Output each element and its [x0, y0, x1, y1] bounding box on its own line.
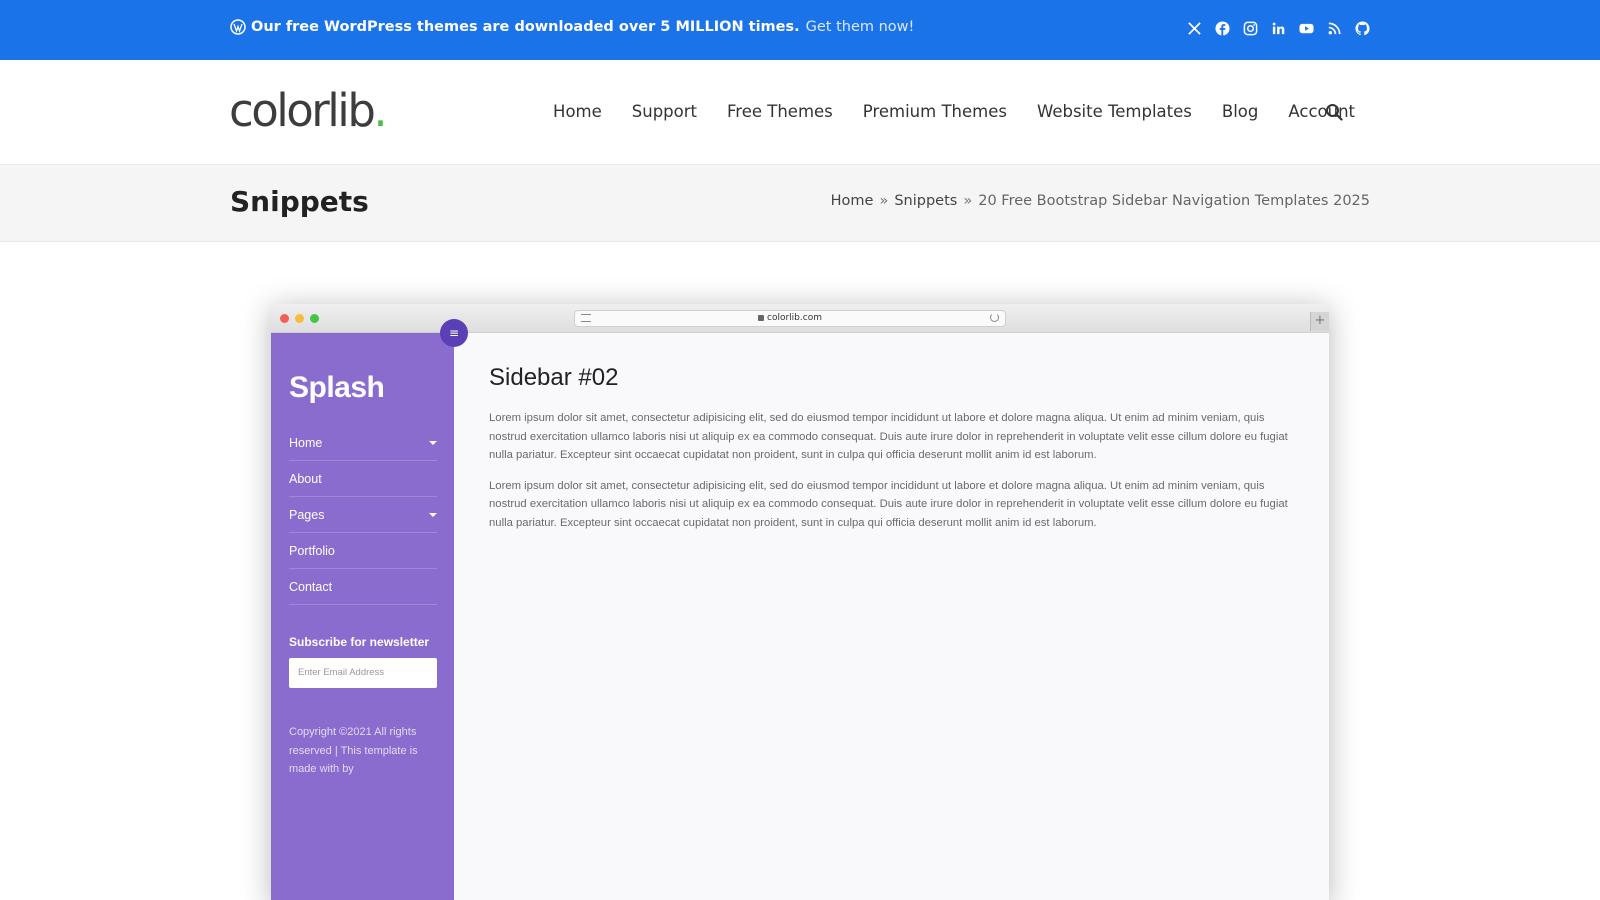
- caret-down-icon: [429, 513, 437, 517]
- search-icon[interactable]: [1325, 103, 1343, 121]
- mock-paragraph: Lorem ipsum dolor sit amet, consectetur …: [489, 412, 1288, 461]
- minimize-dot-icon: [295, 314, 304, 323]
- breadcrumb: Home » Snippets » 20 Free Bootstrap Sidebar …: [831, 193, 1370, 209]
- nav-item-website-templates[interactable]: Website Templates: [1037, 102, 1192, 121]
- nav-item-home[interactable]: Home: [553, 102, 602, 121]
- nav-item-premium-themes[interactable]: Premium Themes: [863, 102, 1007, 121]
- site-logo[interactable]: colorlib.: [229, 84, 388, 137]
- linkedin-icon[interactable]: [1271, 21, 1286, 36]
- nav-item-support[interactable]: Support: [632, 102, 697, 121]
- breadcrumb-current: 20 Free Bootstrap Sidebar Navigation Tem…: [978, 193, 1370, 209]
- nav-item-free-themes[interactable]: Free Themes: [727, 102, 833, 121]
- rss-icon[interactable]: [1327, 21, 1342, 36]
- mock-email-field: Enter Email Address: [289, 658, 437, 688]
- reload-icon: [990, 313, 999, 322]
- promo-text: Our free WordPress themes are downloaded…: [230, 19, 914, 35]
- mock-sidebar: Splash Home About Pages Portfolio Contac…: [271, 333, 454, 900]
- mock-menu-item: Home: [289, 425, 437, 461]
- breadcrumb-separator: »: [879, 193, 889, 209]
- nav-item-account[interactable]: Account: [1288, 102, 1355, 121]
- x-icon[interactable]: [1187, 21, 1202, 36]
- facebook-icon[interactable]: [1215, 21, 1230, 36]
- youtube-icon[interactable]: [1299, 21, 1314, 36]
- breadcrumb-snippets[interactable]: Snippets: [894, 193, 957, 209]
- mock-copyright: Copyright ©2021 All rights reserved | Th…: [289, 726, 418, 775]
- breadcrumb-separator: »: [963, 193, 973, 209]
- site-header: colorlib. Home Support Free Themes Premi…: [0, 60, 1600, 165]
- mock-brand: Splash: [289, 371, 385, 404]
- address-url: colorlib.com: [767, 313, 822, 323]
- mock-menu-item: Portfolio: [289, 533, 437, 569]
- close-dot-icon: [280, 314, 289, 323]
- nav-item-blog[interactable]: Blog: [1222, 102, 1258, 121]
- promo-bold-text: Our free WordPress themes are downloaded…: [251, 19, 800, 35]
- mock-paragraph: Lorem ipsum dolor sit amet, consectetur …: [489, 479, 1288, 529]
- instagram-icon[interactable]: [1243, 21, 1258, 36]
- mock-heading: Sidebar #02: [489, 364, 619, 391]
- menu-toggle-icon: ≡: [440, 319, 468, 347]
- page-title-bar: Snippets Home » Snippets » 20 Free Bootstrap…: [0, 165, 1600, 242]
- mock-menu: Home About Pages Portfolio Contact: [289, 425, 437, 605]
- github-icon[interactable]: [1355, 21, 1370, 36]
- promo-link[interactable]: Get them now!: [806, 19, 915, 35]
- wordpress-icon: [230, 19, 246, 35]
- mock-newsletter-title: Subscribe for newsletter: [289, 635, 430, 649]
- maximize-dot-icon: [310, 314, 319, 323]
- social-links: [1187, 21, 1370, 36]
- new-tab-icon: +: [1310, 312, 1329, 331]
- mock-menu-item: Contact: [289, 569, 437, 605]
- caret-down-icon: [429, 441, 437, 445]
- address-bar: colorlib.com: [574, 310, 1006, 327]
- browser-chrome: colorlib.com +: [271, 304, 1329, 333]
- main-nav: Home Support Free Themes Premium Themes …: [553, 102, 1355, 121]
- reader-icon: [581, 314, 591, 322]
- page-title: Snippets: [230, 185, 369, 218]
- breadcrumb-home[interactable]: Home: [831, 193, 874, 209]
- mock-content: Sidebar #02 Lorem ipsum dolor sit amet, …: [489, 364, 1299, 544]
- mock-menu-item: Pages: [289, 497, 437, 533]
- mock-menu-item: About: [289, 461, 437, 497]
- template-preview-image: colorlib.com + Splash Home About Pages P…: [271, 304, 1329, 900]
- top-promo-bar: Our free WordPress themes are downloaded…: [0, 0, 1600, 60]
- lock-icon: [758, 314, 765, 321]
